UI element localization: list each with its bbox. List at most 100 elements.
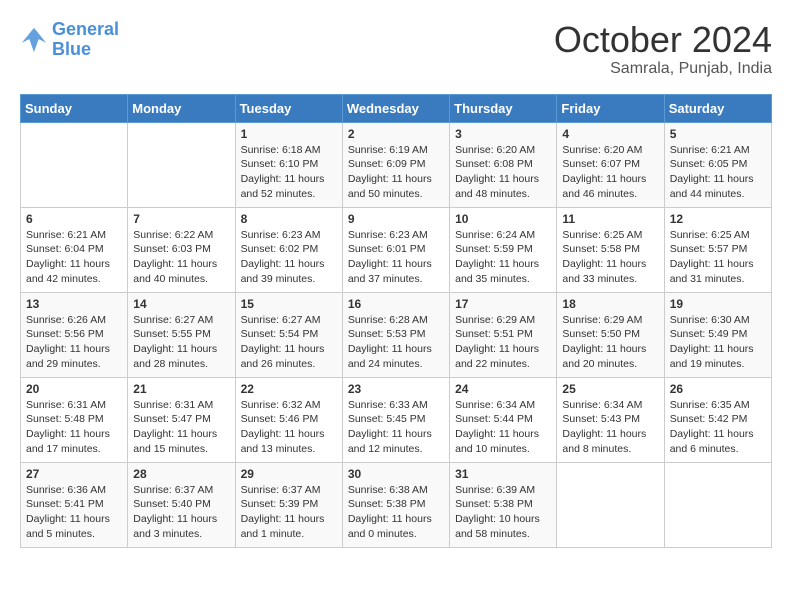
- day-info: Sunrise: 6:31 AMSunset: 5:47 PMDaylight:…: [133, 398, 229, 457]
- logo-text: GeneralBlue: [52, 20, 119, 60]
- day-number: 19: [670, 297, 766, 311]
- calendar-cell: 8 Sunrise: 6:23 AMSunset: 6:02 PMDaylight…: [235, 207, 342, 292]
- day-info: Sunrise: 6:37 AMSunset: 5:39 PMDaylight:…: [241, 483, 337, 542]
- day-number: 25: [562, 382, 658, 396]
- calendar-cell: 10 Sunrise: 6:24 AMSunset: 5:59 PMDayligh…: [450, 207, 557, 292]
- calendar-week-row: 27 Sunrise: 6:36 AMSunset: 5:41 PMDayligh…: [21, 462, 772, 547]
- calendar-cell: 14Sunrise: 6:27 AMSunset: 5:55 PMDayligh…: [128, 292, 235, 377]
- month-title: October 2024: [554, 20, 772, 60]
- day-number: 29: [241, 467, 337, 481]
- calendar-cell: 4 Sunrise: 6:20 AMSunset: 6:07 PMDaylight…: [557, 122, 664, 207]
- logo: GeneralBlue: [20, 20, 119, 60]
- calendar-table: SundayMondayTuesdayWednesdayThursdayFrid…: [20, 94, 772, 548]
- calendar-cell: [664, 462, 771, 547]
- calendar-cell: 22 Sunrise: 6:32 AMSunset: 5:46 PMDayligh…: [235, 377, 342, 462]
- day-info: Sunrise: 6:31 AMSunset: 5:48 PMDaylight:…: [26, 398, 122, 457]
- calendar-cell: 11 Sunrise: 6:25 AMSunset: 5:58 PMDayligh…: [557, 207, 664, 292]
- day-number: 4: [562, 127, 658, 141]
- calendar-cell: 9Sunrise: 6:23 AMSunset: 6:01 PMDaylight…: [342, 207, 449, 292]
- day-number: 2: [348, 127, 444, 141]
- day-info: Sunrise: 6:23 AMSunset: 6:01 PMDaylight:…: [348, 228, 444, 287]
- day-number: 18: [562, 297, 658, 311]
- day-info: Sunrise: 6:34 AMSunset: 5:43 PMDaylight:…: [562, 398, 658, 457]
- calendar-cell: 27 Sunrise: 6:36 AMSunset: 5:41 PMDayligh…: [21, 462, 128, 547]
- calendar-week-row: 13Sunrise: 6:26 AMSunset: 5:56 PMDayligh…: [21, 292, 772, 377]
- calendar-cell: 3 Sunrise: 6:20 AMSunset: 6:08 PMDaylight…: [450, 122, 557, 207]
- day-info: Sunrise: 6:28 AMSunset: 5:53 PMDaylight:…: [348, 313, 444, 372]
- day-number: 17: [455, 297, 551, 311]
- day-info: Sunrise: 6:30 AMSunset: 5:49 PMDaylight:…: [670, 313, 766, 372]
- calendar-cell: 29 Sunrise: 6:37 AMSunset: 5:39 PMDayligh…: [235, 462, 342, 547]
- day-info: Sunrise: 6:29 AMSunset: 5:50 PMDaylight:…: [562, 313, 658, 372]
- day-info: Sunrise: 6:20 AMSunset: 6:08 PMDaylight:…: [455, 143, 551, 202]
- day-number: 11: [562, 212, 658, 226]
- calendar-cell: 25 Sunrise: 6:34 AMSunset: 5:43 PMDayligh…: [557, 377, 664, 462]
- day-info: Sunrise: 6:20 AMSunset: 6:07 PMDaylight:…: [562, 143, 658, 202]
- day-info: Sunrise: 6:23 AMSunset: 6:02 PMDaylight:…: [241, 228, 337, 287]
- day-info: Sunrise: 6:21 AMSunset: 6:04 PMDaylight:…: [26, 228, 122, 287]
- day-number: 6: [26, 212, 122, 226]
- day-info: Sunrise: 6:32 AMSunset: 5:46 PMDaylight:…: [241, 398, 337, 457]
- day-number: 31: [455, 467, 551, 481]
- day-number: 27: [26, 467, 122, 481]
- day-info: Sunrise: 6:24 AMSunset: 5:59 PMDaylight:…: [455, 228, 551, 287]
- calendar-cell: 18 Sunrise: 6:29 AMSunset: 5:50 PMDayligh…: [557, 292, 664, 377]
- calendar-body: 1 Sunrise: 6:18 AMSunset: 6:10 PMDaylight…: [21, 122, 772, 547]
- calendar-cell: 20 Sunrise: 6:31 AMSunset: 5:48 PMDayligh…: [21, 377, 128, 462]
- calendar-cell: 2 Sunrise: 6:19 AMSunset: 6:09 PMDaylight…: [342, 122, 449, 207]
- day-info: Sunrise: 6:25 AMSunset: 5:58 PMDaylight:…: [562, 228, 658, 287]
- day-number: 12: [670, 212, 766, 226]
- calendar-week-row: 1 Sunrise: 6:18 AMSunset: 6:10 PMDaylight…: [21, 122, 772, 207]
- day-info: Sunrise: 6:18 AMSunset: 6:10 PMDaylight:…: [241, 143, 337, 202]
- calendar-header: SundayMondayTuesdayWednesdayThursdayFrid…: [21, 94, 772, 122]
- calendar-cell: 15Sunrise: 6:27 AMSunset: 5:54 PMDayligh…: [235, 292, 342, 377]
- day-number: 10: [455, 212, 551, 226]
- weekday-header: Wednesday: [342, 94, 449, 122]
- day-info: Sunrise: 6:22 AMSunset: 6:03 PMDaylight:…: [133, 228, 229, 287]
- title-block: October 2024 Samrala, Punjab, India: [554, 20, 772, 78]
- weekday-header: Saturday: [664, 94, 771, 122]
- calendar-cell: 13Sunrise: 6:26 AMSunset: 5:56 PMDayligh…: [21, 292, 128, 377]
- calendar-cell: 19 Sunrise: 6:30 AMSunset: 5:49 PMDayligh…: [664, 292, 771, 377]
- day-number: 16: [348, 297, 444, 311]
- weekday-header: Tuesday: [235, 94, 342, 122]
- day-number: 26: [670, 382, 766, 396]
- logo-icon: [20, 26, 48, 54]
- day-number: 21: [133, 382, 229, 396]
- calendar-cell: 28 Sunrise: 6:37 AMSunset: 5:40 PMDayligh…: [128, 462, 235, 547]
- weekday-row: SundayMondayTuesdayWednesdayThursdayFrid…: [21, 94, 772, 122]
- day-info: Sunrise: 6:19 AMSunset: 6:09 PMDaylight:…: [348, 143, 444, 202]
- calendar-cell: [128, 122, 235, 207]
- calendar-week-row: 20 Sunrise: 6:31 AMSunset: 5:48 PMDayligh…: [21, 377, 772, 462]
- location-title: Samrala, Punjab, India: [554, 60, 772, 78]
- day-info: Sunrise: 6:36 AMSunset: 5:41 PMDaylight:…: [26, 483, 122, 542]
- day-number: 5: [670, 127, 766, 141]
- day-number: 30: [348, 467, 444, 481]
- day-info: Sunrise: 6:29 AMSunset: 5:51 PMDaylight:…: [455, 313, 551, 372]
- weekday-header: Monday: [128, 94, 235, 122]
- day-number: 14: [133, 297, 229, 311]
- calendar-cell: 24Sunrise: 6:34 AMSunset: 5:44 PMDayligh…: [450, 377, 557, 462]
- day-number: 23: [348, 382, 444, 396]
- day-info: Sunrise: 6:39 AMSunset: 5:38 PMDaylight:…: [455, 483, 551, 542]
- calendar-cell: 6 Sunrise: 6:21 AMSunset: 6:04 PMDaylight…: [21, 207, 128, 292]
- day-info: Sunrise: 6:26 AMSunset: 5:56 PMDaylight:…: [26, 313, 122, 372]
- weekday-header: Thursday: [450, 94, 557, 122]
- day-info: Sunrise: 6:21 AMSunset: 6:05 PMDaylight:…: [670, 143, 766, 202]
- calendar-cell: 31 Sunrise: 6:39 AMSunset: 5:38 PMDayligh…: [450, 462, 557, 547]
- day-number: 8: [241, 212, 337, 226]
- calendar-cell: 7Sunrise: 6:22 AMSunset: 6:03 PMDaylight…: [128, 207, 235, 292]
- calendar-cell: 17 Sunrise: 6:29 AMSunset: 5:51 PMDayligh…: [450, 292, 557, 377]
- day-info: Sunrise: 6:34 AMSunset: 5:44 PMDaylight:…: [455, 398, 551, 457]
- day-number: 22: [241, 382, 337, 396]
- day-number: 28: [133, 467, 229, 481]
- calendar-cell: 5 Sunrise: 6:21 AMSunset: 6:05 PMDaylight…: [664, 122, 771, 207]
- weekday-header: Sunday: [21, 94, 128, 122]
- day-number: 20: [26, 382, 122, 396]
- day-number: 3: [455, 127, 551, 141]
- day-number: 1: [241, 127, 337, 141]
- calendar-cell: 26Sunrise: 6:35 AMSunset: 5:42 PMDayligh…: [664, 377, 771, 462]
- calendar-cell: 30Sunrise: 6:38 AMSunset: 5:38 PMDayligh…: [342, 462, 449, 547]
- day-info: Sunrise: 6:37 AMSunset: 5:40 PMDaylight:…: [133, 483, 229, 542]
- page-header: GeneralBlue October 2024 Samrala, Punjab…: [20, 20, 772, 78]
